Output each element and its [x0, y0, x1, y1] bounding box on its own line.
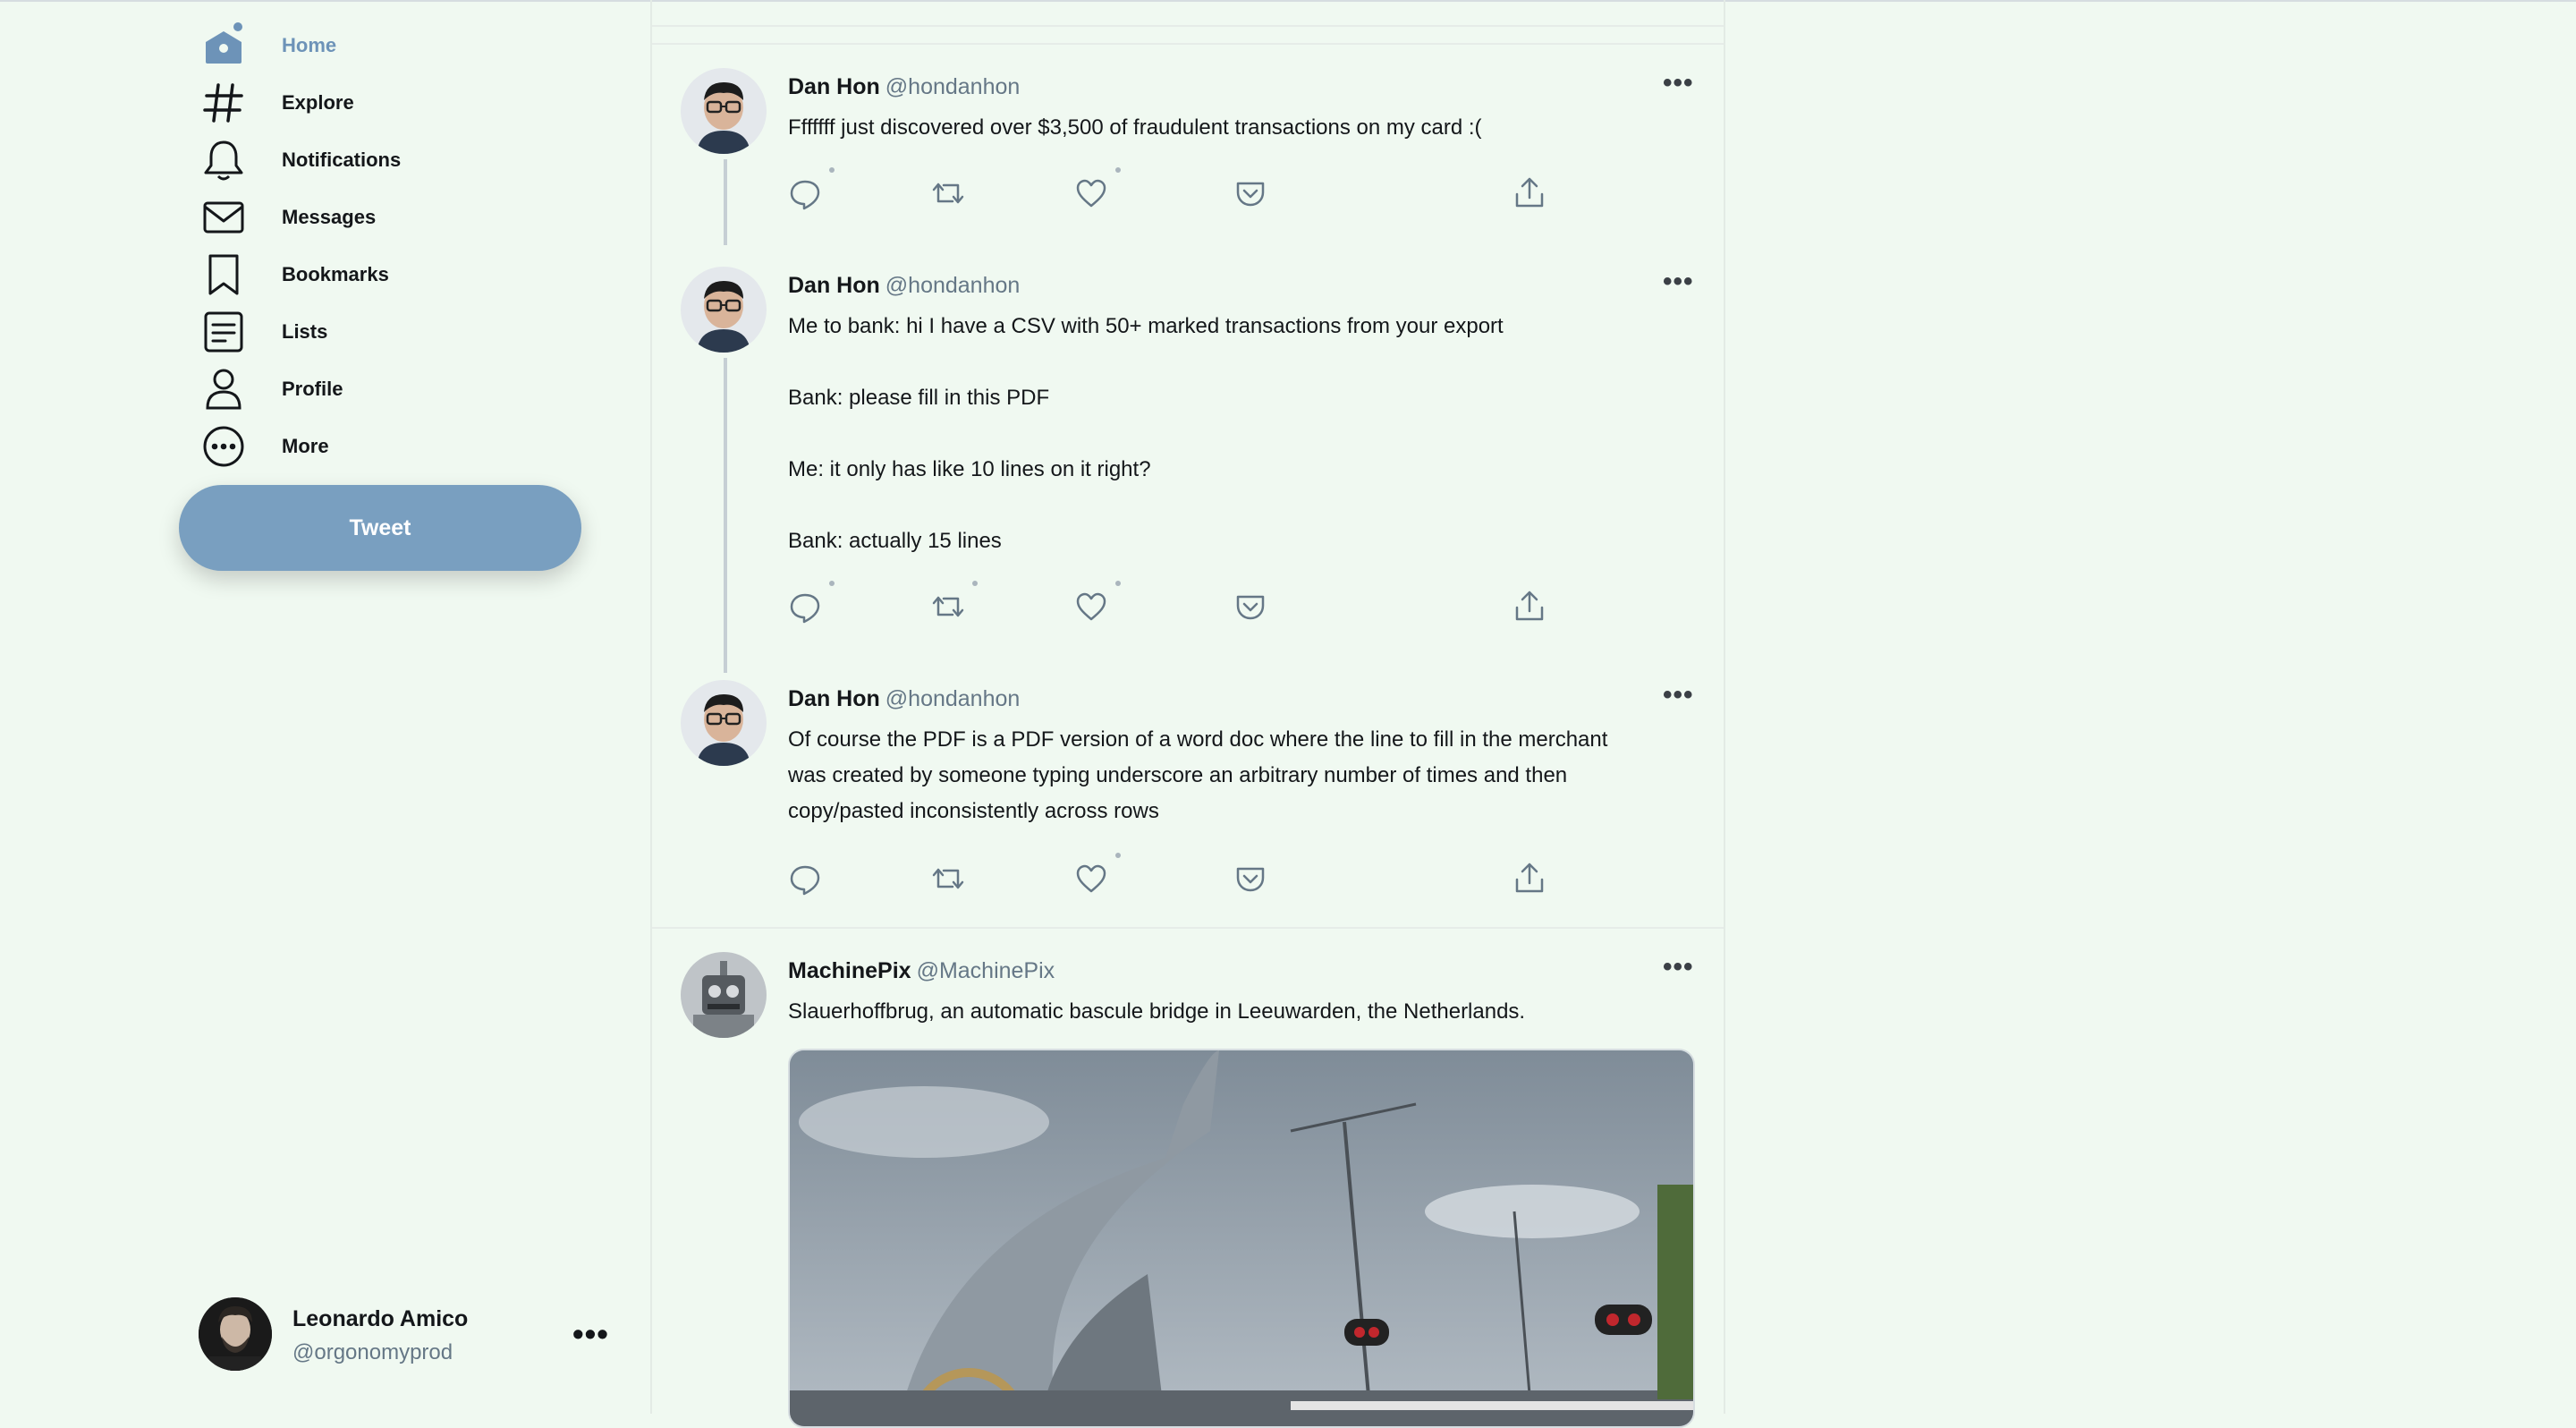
sidebar-item-label: Messages	[282, 206, 377, 228]
sidebar-item-label: Bookmarks	[282, 263, 389, 285]
like-count-dot	[1115, 167, 1121, 173]
tweet-author-name[interactable]: Dan Hon	[788, 686, 880, 711]
share-icon[interactable]	[1513, 862, 1548, 897]
tweet-text-line: Of course the PDF is a PDF version of a …	[788, 727, 1608, 752]
tweet-text: Slauerhoffbrug, an automatic bascule bri…	[788, 994, 1682, 1030]
sidebar-item-home[interactable]: Home	[197, 20, 537, 72]
sidebar-item-bookmarks[interactable]: Bookmarks	[197, 249, 537, 301]
tweet-actions	[788, 853, 1682, 897]
divider	[652, 927, 1724, 929]
sidebar-item-label: Explore	[282, 91, 354, 114]
tweet-author-handle[interactable]: @hondanhon	[886, 74, 1021, 99]
tweet-more-icon[interactable]: •••	[1663, 680, 1694, 710]
person-icon	[197, 362, 250, 416]
thread-line	[724, 358, 727, 673]
divider	[652, 43, 1724, 45]
sidebar-item-label: Profile	[282, 378, 343, 400]
retweet-count-dot	[972, 581, 978, 586]
sidebar-item-profile[interactable]: Profile	[197, 363, 537, 415]
bell-icon	[197, 133, 250, 187]
reply-icon[interactable]	[788, 862, 824, 897]
thread-line	[724, 159, 727, 245]
tweet-text-line: Bank: actually 15 lines	[788, 529, 1002, 553]
tweet-text-line: was created by someone typing underscore…	[788, 763, 1568, 787]
sidebar-item-lists[interactable]: Lists	[197, 306, 537, 358]
tweet-author-name[interactable]: Dan Hon	[788, 273, 880, 298]
tweet-text-line: copy/pasted inconsistently across rows	[788, 799, 1159, 823]
like-icon[interactable]	[1074, 176, 1110, 212]
retweet-icon[interactable]	[931, 176, 967, 212]
tweet-author-handle[interactable]: @hondanhon	[886, 273, 1021, 298]
tweet-text-line: Fffffff just discovered over $3,500 of f…	[788, 115, 1482, 140]
pocket-icon[interactable]	[1233, 590, 1269, 625]
tweet-text: Me to bank: hi I have a CSV with 50+ mar…	[788, 309, 1682, 559]
tweet-author-handle[interactable]: @hondanhon	[886, 686, 1021, 711]
avatar[interactable]	[681, 952, 767, 1038]
sidebar-item-explore[interactable]: Explore	[197, 77, 537, 129]
like-count-dot	[1115, 581, 1121, 586]
tweet-text-line: Me to bank: hi I have a CSV with 50+ mar…	[788, 314, 1504, 338]
tweet-media-image[interactable]	[788, 1049, 1695, 1428]
like-icon[interactable]	[1074, 862, 1110, 897]
divider	[652, 25, 1724, 27]
sidebar-item-label: Lists	[282, 320, 328, 343]
avatar[interactable]	[681, 680, 767, 766]
list-icon	[197, 305, 250, 359]
tweet-more-icon[interactable]: •••	[1663, 952, 1694, 982]
account-more-icon[interactable]: •••	[572, 1315, 609, 1353]
tweet-text-line: Bank: please fill in this PDF	[788, 386, 1050, 410]
avatar	[199, 1297, 272, 1371]
account-handle: @orgonomyprod	[292, 1340, 453, 1364]
bookmark-icon	[197, 248, 250, 302]
sidebar-item-label: Home	[282, 34, 337, 56]
tweet-more-icon[interactable]: •••	[1663, 267, 1694, 297]
tweet-text: Fffffff just discovered over $3,500 of f…	[788, 110, 1682, 146]
sidebar-item-notifications[interactable]: Notifications	[197, 134, 537, 186]
reply-icon[interactable]	[788, 176, 824, 212]
like-icon[interactable]	[1074, 590, 1110, 625]
reply-count-dot	[829, 167, 835, 173]
like-count-dot	[1115, 853, 1121, 858]
sidebar-item-label: More	[282, 435, 329, 457]
account-name: Leonardo Amico	[292, 1306, 469, 1331]
tweet-actions	[788, 581, 1682, 625]
sidebar-item-more[interactable]: More	[197, 421, 537, 472]
tweet-button[interactable]: Tweet	[179, 485, 581, 571]
retweet-icon[interactable]	[931, 590, 967, 625]
reply-icon[interactable]	[788, 590, 824, 625]
tweet-actions	[788, 167, 1682, 212]
tweet-more-icon[interactable]: •••	[1663, 68, 1694, 98]
envelope-icon	[197, 191, 250, 244]
timeline: Dan Hon @hondanhon ••• Fffffff just disco…	[650, 0, 1725, 1428]
sidebar-item-messages[interactable]: Messages	[197, 191, 537, 243]
tweet-text: Of course the PDF is a PDF version of a …	[788, 722, 1682, 829]
tweet-text-line: Slauerhoffbrug, an automatic bascule bri…	[788, 999, 1526, 1024]
share-icon[interactable]	[1513, 590, 1548, 625]
pocket-icon[interactable]	[1233, 862, 1269, 897]
more-circle-icon	[197, 420, 250, 473]
tweet-author-name[interactable]: MachinePix	[788, 958, 911, 983]
home-icon	[197, 19, 250, 72]
reply-count-dot	[829, 581, 835, 586]
pocket-icon[interactable]	[1233, 176, 1269, 212]
hashtag-icon	[197, 76, 250, 130]
account-switcher[interactable]: Leonardo Amico @orgonomyprod •••	[199, 1297, 610, 1373]
tweet-author-name[interactable]: Dan Hon	[788, 74, 880, 99]
avatar[interactable]	[681, 68, 767, 154]
tweet-author-handle[interactable]: @MachinePix	[917, 958, 1055, 983]
share-icon[interactable]	[1513, 176, 1548, 212]
retweet-icon[interactable]	[931, 862, 967, 897]
avatar[interactable]	[681, 267, 767, 353]
sidebar: Home Explore Notifications Messages Book…	[0, 0, 650, 1414]
tweet-text-line: Me: it only has like 10 lines on it righ…	[788, 457, 1151, 481]
sidebar-item-label: Notifications	[282, 149, 402, 171]
